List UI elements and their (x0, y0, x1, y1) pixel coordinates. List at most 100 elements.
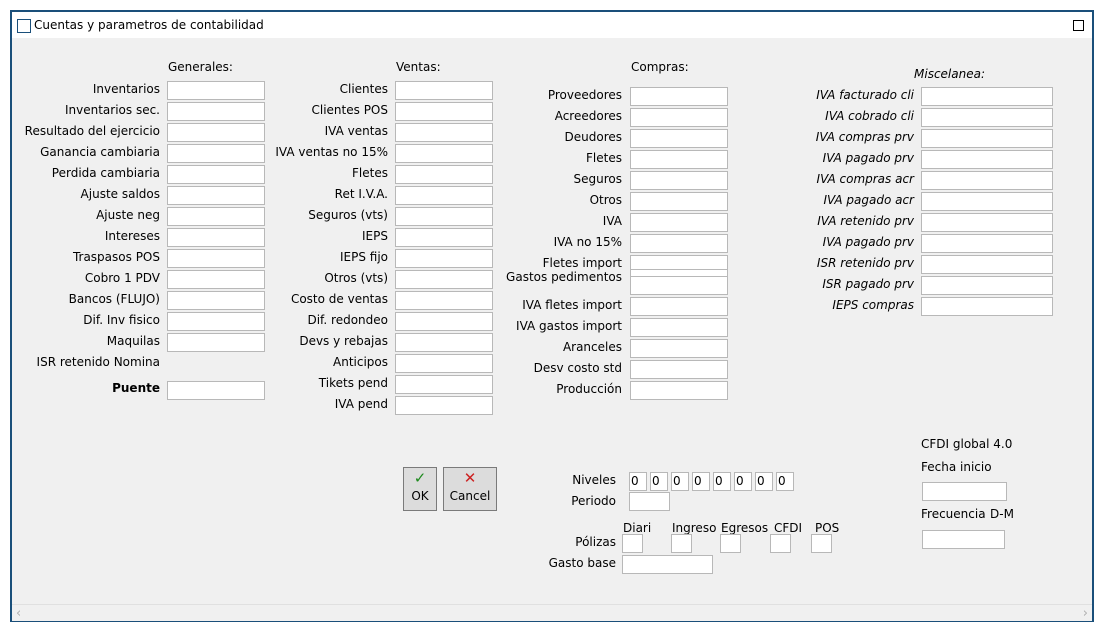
generales-label-maquilas: Maquilas (106, 334, 160, 348)
ventas-input-devs-y-rebajas[interactable] (395, 333, 493, 352)
compras-label-otros: Otros (589, 193, 622, 207)
generales-input-ajuste-neg[interactable] (167, 207, 265, 226)
gasto-base-input[interactable] (622, 555, 713, 574)
compras-label-aranceles: Aranceles (562, 340, 622, 354)
ok-button[interactable]: ✓ OK (403, 467, 437, 511)
miscelanea-input-iva-compras-acr[interactable] (921, 171, 1053, 190)
ventas-input-ieps-fijo[interactable] (395, 249, 493, 268)
generales-header: Generales: (168, 60, 233, 74)
ventas-input-seguros-vts[interactable] (395, 207, 493, 226)
compras-label-desv-costo-std: Desv costo std (533, 361, 622, 375)
generales-input-ajuste-saldos[interactable] (167, 186, 265, 205)
ventas-input-ret-i-v-a[interactable] (395, 186, 493, 205)
ventas-input-anticipos[interactable] (395, 354, 493, 373)
generales-input-cobro-1-pdv[interactable] (167, 270, 265, 289)
generales-input-intereses[interactable] (167, 228, 265, 247)
ventas-input-fletes[interactable] (395, 165, 493, 184)
niveles-cell[interactable]: 0 (755, 472, 773, 491)
compras-input-deudores[interactable] (630, 129, 728, 148)
periodo-input[interactable] (629, 492, 670, 511)
ventas-input-clientes-pos[interactable] (395, 102, 493, 121)
miscelanea-input-isr-pagado-prv[interactable] (921, 276, 1053, 295)
polizas-ingreso-input[interactable] (671, 534, 692, 553)
compras-header: Compras: (631, 60, 689, 74)
compras-input-fletes[interactable] (630, 150, 728, 169)
ventas-input-iva-pend[interactable] (395, 396, 493, 415)
polizas-diari-input[interactable] (622, 534, 643, 553)
compras-label-produccion: Producción (556, 382, 622, 396)
miscelanea-input-isr-retenido-prv[interactable] (921, 255, 1053, 274)
ventas-input-ieps[interactable] (395, 228, 493, 247)
polizas-pos-input[interactable] (811, 534, 832, 553)
miscelanea-input-iva-pagado-acr[interactable] (921, 192, 1053, 211)
ventas-input-iva-ventas[interactable] (395, 123, 493, 142)
niveles-cell[interactable]: 0 (713, 472, 731, 491)
compras-input-proveedores[interactable] (630, 87, 728, 106)
generales-label-resultado-del-ejercicio: Resultado del ejercicio (24, 124, 160, 138)
generales-label-inventarios: Inventarios (92, 82, 160, 96)
miscelanea-label-iva-pagado-prv: IVA pagado prv (822, 235, 914, 249)
compras-input-aranceles[interactable] (630, 339, 728, 358)
generales-input-inventarios-sec[interactable] (167, 102, 265, 121)
generales-input-inventarios[interactable] (167, 81, 265, 100)
cancel-button[interactable]: ✕ Cancel (443, 467, 497, 511)
compras-input-otros[interactable] (630, 192, 728, 211)
check-icon: ✓ (413, 469, 427, 487)
ventas-label-seguros-vts: Seguros (vts) (308, 208, 388, 222)
niveles-cell[interactable]: 0 (734, 472, 752, 491)
compras-input-iva-fletes-import[interactable] (630, 297, 728, 316)
ventas-input-tikets-pend[interactable] (395, 375, 493, 394)
ventas-input-dif-redondeo[interactable] (395, 312, 493, 331)
compras-input-acreedores[interactable] (630, 108, 728, 127)
compras-label-gastos-pedimentos: Gastos pedimentos (506, 270, 622, 284)
horizontal-scrollbar[interactable]: ‹ › (12, 604, 1092, 621)
niveles-cell[interactable]: 0 (776, 472, 794, 491)
ventas-label-clientes-pos: Clientes POS (311, 103, 389, 117)
polizas-cfdi-input[interactable] (770, 534, 791, 553)
miscelanea-input-iva-cobrado-cli[interactable] (921, 108, 1053, 127)
miscelanea-input-iva-pagado-prv[interactable] (921, 150, 1053, 169)
frecuencia-label: Frecuencia (921, 507, 986, 521)
generales-input-resultado-del-ejercicio[interactable] (167, 123, 265, 142)
ok-label: OK (411, 489, 429, 503)
ventas-input-clientes[interactable] (395, 81, 493, 100)
ventas-label-iva-ventas: IVA ventas (324, 124, 388, 138)
niveles-cell[interactable]: 0 (692, 472, 710, 491)
compras-input-iva-no-15[interactable] (630, 234, 728, 253)
puente-input[interactable] (167, 381, 265, 400)
miscelanea-input-ieps-compras[interactable] (921, 297, 1053, 316)
window-title: Cuentas y parametros de contabilidad (34, 18, 264, 32)
scroll-left-icon[interactable]: ‹ (16, 606, 21, 621)
compras-input-gastos-pedimentos-2[interactable] (630, 276, 728, 295)
ventas-input-otros-vts[interactable] (395, 270, 493, 289)
frecuencia-input[interactable] (922, 530, 1005, 549)
compras-input-produccion[interactable] (630, 381, 728, 400)
generales-input-bancos-flujo[interactable] (167, 291, 265, 310)
generales-input-perdida-cambiaria[interactable] (167, 165, 265, 184)
polizas-egresos-input[interactable] (720, 534, 741, 553)
compras-input-iva[interactable] (630, 213, 728, 232)
miscelanea-input-iva-facturado-cli[interactable] (921, 87, 1053, 106)
compras-input-iva-gastos-import[interactable] (630, 318, 728, 337)
generales-input-traspasos-pos[interactable] (167, 249, 265, 268)
compras-input-desv-costo-std[interactable] (630, 360, 728, 379)
generales-input-dif-inv-fisico[interactable] (167, 312, 265, 331)
ventas-input-iva-ventas-no-15[interactable] (395, 144, 493, 163)
niveles-cell[interactable]: 0 (629, 472, 647, 491)
scroll-right-icon[interactable]: › (1083, 606, 1088, 621)
generales-input-ganancia-cambiaria[interactable] (167, 144, 265, 163)
compras-label-iva: IVA (602, 214, 622, 228)
miscelanea-input-iva-retenido-prv[interactable] (921, 213, 1053, 232)
niveles-cell[interactable]: 0 (650, 472, 668, 491)
compras-input-seguros[interactable] (630, 171, 728, 190)
generales-label-ajuste-saldos: Ajuste saldos (80, 187, 160, 201)
generales-input-maquilas[interactable] (167, 333, 265, 352)
ventas-input-costo-de-ventas[interactable] (395, 291, 493, 310)
fecha-inicio-input[interactable] (922, 482, 1007, 501)
niveles-cell[interactable]: 0 (671, 472, 689, 491)
miscelanea-label-iva-compras-prv: IVA compras prv (815, 130, 914, 144)
miscelanea-input-iva-compras-prv[interactable] (921, 129, 1053, 148)
fecha-inicio-label: Fecha inicio (921, 460, 992, 474)
miscelanea-input-iva-pagado-prv[interactable] (921, 234, 1053, 253)
maximize-button[interactable] (1073, 20, 1084, 31)
